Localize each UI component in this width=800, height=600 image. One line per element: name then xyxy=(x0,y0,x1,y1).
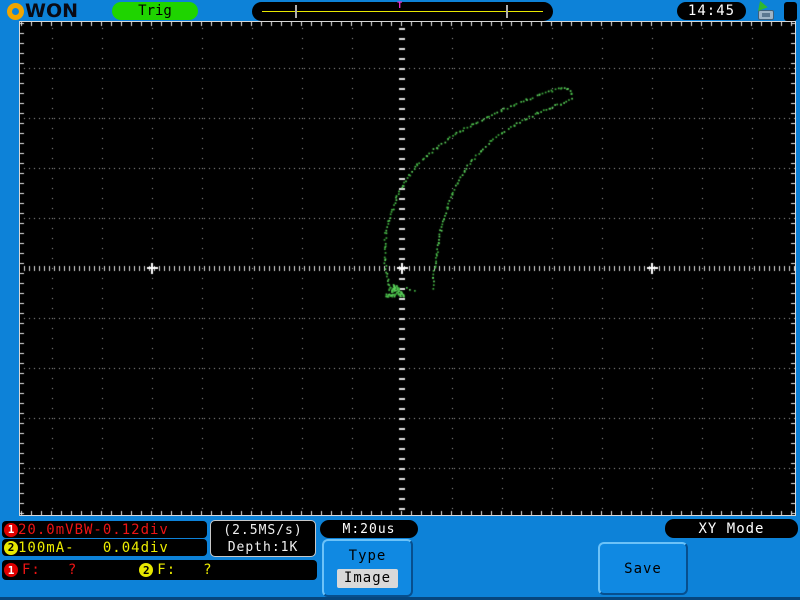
save-button-label: Save xyxy=(624,560,662,577)
window-end-marker xyxy=(506,5,508,18)
record-length-line xyxy=(262,11,543,12)
channel2-freq-label: F: xyxy=(157,562,177,578)
owon-logo: WON xyxy=(7,1,78,21)
channel2-settings-text: 100mA- 0.04div xyxy=(18,539,169,556)
channel2-badge: 2 xyxy=(4,540,18,555)
waveform-display-area xyxy=(19,21,796,516)
type-menu-label: Type xyxy=(348,548,387,564)
sample-rate-text: (2.5MS/s) xyxy=(223,522,303,538)
type-menu-selected-value[interactable]: Image xyxy=(336,569,399,588)
channel1-badge: 1 xyxy=(4,563,18,577)
timebase-text: M:20us xyxy=(342,521,396,537)
horizontal-position-bar[interactable]: T xyxy=(252,2,553,21)
owon-logo-ring-icon xyxy=(7,2,24,20)
type-menu-button[interactable]: Type Image xyxy=(322,539,413,597)
channel1-freq-value: ? xyxy=(67,562,78,578)
channel1-badge: 1 xyxy=(4,522,18,537)
trigger-status-badge: Trig xyxy=(112,2,198,20)
battery-icon xyxy=(784,2,797,21)
clock-time: 14:45 xyxy=(687,3,736,19)
display-mode-badge: XY Mode xyxy=(665,519,798,538)
channel1-status-bar: 1 20.0mVBW-0.12div xyxy=(2,521,207,538)
channel2-status-bar: 2 100mA- 0.04div xyxy=(2,539,207,556)
trigger-status-label: Trig xyxy=(138,3,172,19)
frequency-counter-bar: 1 F: ? 2 F: ? xyxy=(2,560,317,580)
trigger-position-marker: T xyxy=(397,1,403,11)
channel2-freq-value: ? xyxy=(203,562,213,578)
owon-logo-text: WON xyxy=(25,0,79,22)
acquisition-info-box: (2.5MS/s) Depth:1K xyxy=(210,520,316,557)
channel1-settings-text: 20.0mVBW-0.12div xyxy=(18,521,169,538)
usb-storage-icon xyxy=(754,0,779,21)
channel2-badge: 2 xyxy=(139,563,154,577)
memory-depth-text: Depth:1K xyxy=(227,539,299,555)
channel1-freq-label: F: xyxy=(22,562,41,578)
clock-badge: 14:45 xyxy=(677,2,746,20)
timebase-badge: M:20us xyxy=(320,520,418,538)
save-button[interactable]: Save xyxy=(598,542,688,595)
window-start-marker xyxy=(295,5,297,18)
display-mode-text: XY Mode xyxy=(698,520,765,537)
top-status-bar: WON Trig T 14:45 xyxy=(0,0,800,22)
xy-trace-canvas xyxy=(20,22,795,515)
